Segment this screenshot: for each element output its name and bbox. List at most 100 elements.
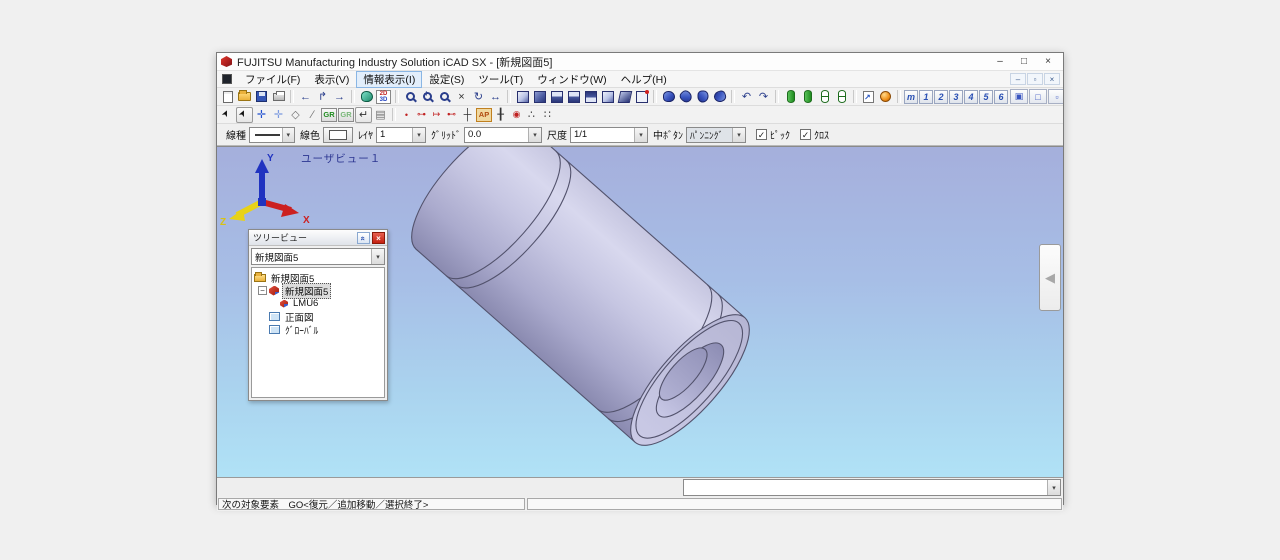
line-color-button[interactable] [323,127,353,143]
view-memory-3-button[interactable]: 3 [949,90,963,104]
pick-checkbox[interactable]: ✓ﾋﾟｯｸ [756,127,790,142]
cross-checkbox[interactable]: ✓ｸﾛｽ [800,127,829,142]
view-back-button[interactable]: ← [297,89,314,105]
structure-list-button[interactable]: ▤ [372,107,389,123]
view-top-button[interactable] [582,89,599,105]
snap-ap-button[interactable]: AP [476,108,492,122]
tree-collapse-button[interactable]: « [357,232,370,244]
redraw-button[interactable]: ↻ [470,89,487,105]
menu-settings[interactable]: 設定(S) [422,71,471,88]
maximize-button[interactable]: □ [1013,54,1035,69]
fit-view-button[interactable]: ↔ [487,89,504,105]
select-mode-button[interactable] [236,107,253,123]
return-button[interactable]: ↵ [355,107,372,123]
view-memory-6-button[interactable]: 6 [994,90,1008,104]
tree-item-part[interactable]: LMU6 [254,297,382,310]
command-input-combo[interactable]: ▾ [683,479,1061,496]
view-branch-button[interactable]: ↱ [314,89,331,105]
zoom-cancel-button[interactable]: × [453,89,470,105]
zoom-in-button[interactable]: + [419,89,436,105]
model-cylinder[interactable] [394,147,768,462]
view-book-button[interactable] [616,89,633,105]
snap-center-button[interactable]: ◉ [509,107,524,123]
solid-view-4-button[interactable] [711,89,728,105]
view-memory-1-button[interactable]: 1 [919,90,933,104]
window-small-button[interactable]: ▫ [1048,89,1063,104]
2d-3d-toggle-button[interactable]: 2D 3D [375,89,392,105]
zoom-button[interactable] [402,89,419,105]
move-button[interactable]: ✛ [253,107,270,123]
view-front-button[interactable] [565,89,582,105]
view-memory-4-button[interactable]: 4 [964,90,978,104]
menu-window[interactable]: ウィンドウ(W) [530,71,613,88]
solid-view-2-button[interactable] [677,89,694,105]
zoom-out-button[interactable]: − [436,89,453,105]
window-cascade-button[interactable]: ▣ [1010,89,1028,104]
tree-expand-icon[interactable]: − [258,286,267,295]
save-button[interactable] [253,89,270,105]
child-minimize-button[interactable]: – [1010,73,1026,85]
solid-view-3-button[interactable] [694,89,711,105]
snap-divide-button[interactable]: ∴ [524,107,539,123]
close-button[interactable]: × [1037,54,1059,69]
view-iso-wire-button[interactable] [514,89,531,105]
tree-drawing-select[interactable]: 新規図面5 ▾ [251,248,385,265]
menu-view[interactable]: 表示(V) [307,71,356,88]
window-maximize-button[interactable]: □ [1029,89,1047,104]
snap-intersection-button[interactable]: ┼ [459,107,476,123]
tree-panel-titlebar[interactable]: ツリービュー « × [249,230,387,246]
scale-select[interactable]: 1/1▾ [570,127,648,143]
undo-button[interactable]: ↶ [738,89,755,105]
tree-close-button[interactable]: × [372,232,385,244]
snap-mid-point-button[interactable]: ⊷ [444,107,459,123]
cylinder-solid-icon [787,90,795,103]
view-right-button[interactable] [599,89,616,105]
select-cursor-button[interactable] [219,107,236,123]
tree-item-model[interactable]: − 新規図面5 [254,284,382,297]
layer-select[interactable]: 1▾ [376,127,426,143]
view-points-button[interactable] [633,89,650,105]
tree-item-global[interactable]: ｸﾞﾛｰﾊﾞﾙ [254,323,382,336]
redo-button[interactable]: ↷ [755,89,772,105]
sketch-button[interactable] [860,89,877,105]
print-button[interactable] [270,89,287,105]
erase-button[interactable]: ∕ [304,107,321,123]
layer-solid-1-button[interactable] [782,89,799,105]
layer-outline-1-button[interactable] [816,89,833,105]
view-memory-5-button[interactable]: 5 [979,90,993,104]
material-button[interactable] [877,89,894,105]
menu-info-display[interactable]: 情報表示(I) [356,71,422,88]
snap-point-button[interactable]: • [399,107,414,123]
open-file-button[interactable] [236,89,253,105]
side-panel-collapse-button[interactable]: ◀ [1039,244,1061,311]
view-forward-button[interactable]: → [331,89,348,105]
tree-item-front-view[interactable]: 正面図 [254,310,382,323]
view-memory-m-button[interactable]: m [904,90,918,104]
snap-end-point-button[interactable]: ↦ [429,107,444,123]
layer-outline-2-button[interactable] [833,89,850,105]
view-left-button[interactable] [548,89,565,105]
menu-help[interactable]: ヘルプ(H) [614,71,674,88]
child-close-button[interactable]: × [1044,73,1060,85]
view-memory-2-button[interactable]: 2 [934,90,948,104]
menu-tools[interactable]: ツール(T) [471,71,530,88]
polygon-button[interactable]: ◇ [287,107,304,123]
minimize-button[interactable]: – [989,54,1011,69]
menu-file[interactable]: ファイル(F) [238,71,307,88]
new-file-button[interactable] [219,89,236,105]
snap-dot-grid-button[interactable]: ∷ [539,107,556,123]
view-iso-shaded-button[interactable] [531,89,548,105]
snap-grid-cross-button[interactable]: ╂ [492,107,509,123]
parts-button[interactable] [358,89,375,105]
3d-viewport[interactable]: Y X Z ユーザビュー１ [217,146,1063,477]
solid-view-1-button[interactable] [660,89,677,105]
grid-select[interactable]: 0.0▾ [464,127,542,143]
middle-button-select[interactable]: ﾊﾟﾝﾆﾝｸﾞ▾ [686,127,746,143]
layer-solid-2-button[interactable] [799,89,816,105]
group-outline-button[interactable]: GR [338,108,354,122]
copy-button[interactable]: ✛ [270,107,287,123]
child-restore-button[interactable]: ▫ [1027,73,1043,85]
snap-on-line-button[interactable]: ⊶ [414,107,429,123]
line-type-select[interactable]: ▾ [249,127,295,143]
group-solid-button[interactable]: GR [321,108,337,122]
